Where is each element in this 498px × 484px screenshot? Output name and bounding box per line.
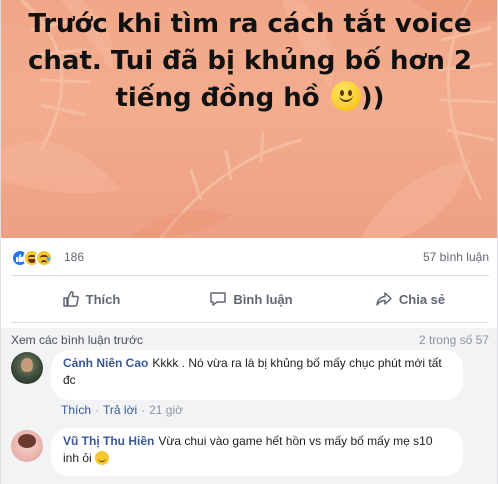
avatar[interactable] bbox=[11, 352, 43, 384]
comment-button-label: Bình luận bbox=[233, 291, 293, 307]
banner-line-3-text: tiếng đồng hồ bbox=[115, 83, 320, 113]
share-icon bbox=[376, 292, 392, 306]
slightly-smiling-face-icon bbox=[330, 81, 361, 111]
comment-bubble: Cảnh Niên Cao Kkkk . Nó vừa ra là bị khủn… bbox=[51, 350, 463, 400]
divider bbox=[11, 275, 489, 276]
comment-button[interactable]: Bình luận bbox=[171, 284, 331, 314]
like-button-label: Thích bbox=[85, 291, 121, 307]
comment-timestamp[interactable]: 21 giờ bbox=[149, 403, 183, 417]
banner-text: Trước khi tìm ra cách tắt voice chat. Tu… bbox=[1, 6, 497, 117]
view-previous-comments-link[interactable]: Xem các bình luận trước bbox=[11, 333, 143, 347]
comment-bubble: Vũ Thị Thu Hiền Vừa chui vào game hết hồn… bbox=[51, 428, 463, 476]
reactions-bar: 186 57 bình luận bbox=[11, 247, 489, 269]
sad-icon bbox=[35, 249, 53, 267]
share-button-label: Chia sẻ bbox=[398, 291, 446, 307]
avatar[interactable] bbox=[11, 430, 43, 462]
comment-author[interactable]: Vũ Thị Thu Hiền bbox=[63, 434, 154, 448]
banner-line-3: tiếng đồng hồ )) bbox=[1, 80, 497, 117]
divider bbox=[11, 322, 489, 323]
comment-icon bbox=[210, 292, 227, 306]
share-button[interactable]: Chia sẻ bbox=[331, 284, 489, 314]
separator-dot: · bbox=[95, 403, 100, 417]
post-card: Trước khi tìm ra cách tắt voice chat. Tu… bbox=[0, 0, 498, 484]
separator-dot: · bbox=[141, 403, 146, 417]
comments-section: Xem các bình luận trước 2 trong số 57 Cả… bbox=[1, 328, 497, 484]
thumbs-up-icon bbox=[62, 291, 79, 307]
comment-actions: Thích · Trả lời · 21 giờ bbox=[61, 403, 183, 417]
comment-like-link[interactable]: Thích bbox=[61, 403, 91, 417]
banner-tail: )) bbox=[360, 83, 385, 113]
comments-shown-count: 2 trong số 57 bbox=[418, 333, 489, 347]
comment-count[interactable]: 57 bình luận bbox=[423, 250, 489, 264]
smile-icon bbox=[95, 451, 110, 465]
banner-line-2: chat. Tui đã bị khủng bố hơn 2 bbox=[28, 46, 472, 76]
banner-line-1: Trước khi tìm ra cách tắt voice bbox=[28, 9, 472, 39]
post-banner: Trước khi tìm ra cách tắt voice chat. Tu… bbox=[1, 0, 497, 238]
comment-author[interactable]: Cảnh Niên Cao bbox=[63, 356, 148, 370]
reaction-count[interactable]: 186 bbox=[64, 250, 84, 264]
like-button[interactable]: Thích bbox=[11, 284, 171, 314]
comment-reply-link[interactable]: Trả lời bbox=[103, 403, 137, 417]
